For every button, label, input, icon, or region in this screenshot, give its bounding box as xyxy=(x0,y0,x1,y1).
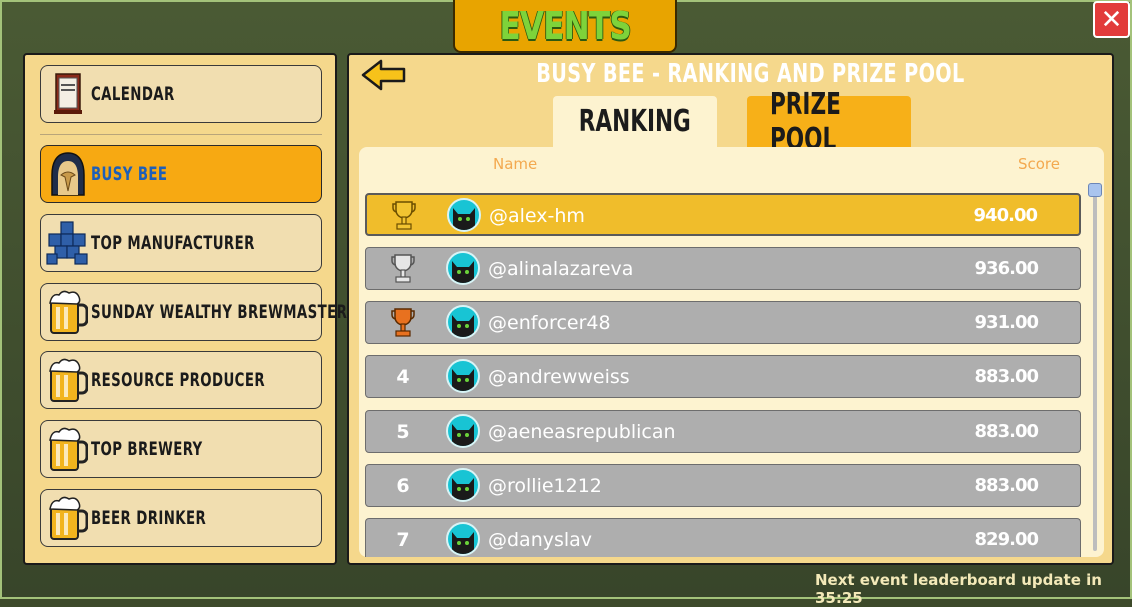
calendar-icon xyxy=(45,71,91,117)
sidebar-item-calendar[interactable]: CALENDAR xyxy=(40,65,322,123)
blocks-icon xyxy=(45,220,91,266)
close-button[interactable]: ✕ xyxy=(1093,1,1130,38)
sidebar-item-label: BEER DRINKER xyxy=(91,507,207,529)
table-row[interactable]: 7 @danyslav 829.00 xyxy=(365,518,1081,557)
sidebar-item-top-brewery[interactable]: TOP BREWERY xyxy=(40,420,322,478)
beer-mug-icon xyxy=(45,495,91,541)
score-value: 883.00 xyxy=(974,366,1039,387)
panel-title: BUSY BEE - RANKING AND PRIZE POOL xyxy=(536,59,965,89)
avatar xyxy=(446,305,480,339)
silver-trophy-icon xyxy=(388,248,418,289)
table-row[interactable]: 4 @andrewweiss 883.00 xyxy=(365,355,1081,398)
score-value: 940.00 xyxy=(973,205,1038,226)
leaderboard: Name Score @alex-hm 940.00 @alinalazarev… xyxy=(359,147,1104,557)
username: @aeneasrepublican xyxy=(488,421,676,443)
tab-label: RANKING xyxy=(578,104,692,139)
sidebar-item-resource-producer[interactable]: RESOURCE PRODUCER xyxy=(40,351,322,409)
sidebar-item-label: BUSY BEE xyxy=(91,163,168,185)
sidebar-item-label: TOP BREWERY xyxy=(91,438,203,460)
sidebar-divider xyxy=(40,134,322,135)
tab-ranking[interactable]: RANKING xyxy=(553,96,717,147)
rank-number: 6 xyxy=(396,474,410,497)
sidebar-item-top-manufacturer[interactable]: TOP MANUFACTURER xyxy=(40,214,322,272)
avatar xyxy=(446,468,480,502)
table-row[interactable]: 6 @rollie1212 883.00 xyxy=(365,464,1081,507)
table-row[interactable]: 5 @aeneasrepublican 883.00 xyxy=(365,410,1081,453)
column-header-name: Name xyxy=(493,155,538,173)
avatar xyxy=(446,414,480,448)
sidebar-item-beer-drinker[interactable]: BEER DRINKER xyxy=(40,489,322,547)
rank-number: 7 xyxy=(396,528,410,551)
beer-mug-icon xyxy=(45,426,91,472)
bee-helmet-icon xyxy=(45,151,91,197)
score-value: 829.00 xyxy=(974,529,1039,550)
window-title: EVENTS xyxy=(499,3,631,48)
score-value: 936.00 xyxy=(974,258,1039,279)
username: @andrewweiss xyxy=(488,366,630,388)
bronze-trophy-icon xyxy=(388,302,418,343)
tab-prize-pool[interactable]: PRIZE POOL xyxy=(747,87,911,157)
scrollbar-track[interactable] xyxy=(1093,191,1097,551)
rank-number: 4 xyxy=(396,365,410,388)
sidebar-item-label: SUNDAY WEALTHY BREWMASTER xyxy=(91,301,348,323)
avatar xyxy=(447,198,481,232)
avatar xyxy=(446,522,480,556)
window-title-tab: EVENTS xyxy=(453,0,677,53)
sidebar-item-label: RESOURCE PRODUCER xyxy=(91,369,266,391)
beer-mug-icon xyxy=(45,357,91,403)
beer-mug-icon xyxy=(45,289,91,335)
scrollbar-thumb[interactable] xyxy=(1088,183,1102,197)
events-sidebar: CALENDAR BUSY BEE TOP MANUFACTURER SUNDA… xyxy=(23,53,347,565)
score-value: 883.00 xyxy=(974,421,1039,442)
username: @enforcer48 xyxy=(488,312,611,334)
username: @danyslav xyxy=(488,529,593,551)
sidebar-item-busy-bee[interactable]: BUSY BEE xyxy=(40,145,322,203)
close-icon: ✕ xyxy=(1100,4,1123,35)
username: @alex-hm xyxy=(489,205,585,227)
username: @alinalazareva xyxy=(488,258,634,280)
table-row[interactable]: @alinalazareva 936.00 xyxy=(365,247,1081,290)
sidebar-item-label: TOP MANUFACTURER xyxy=(91,232,255,254)
score-value: 883.00 xyxy=(974,475,1039,496)
username: @rollie1212 xyxy=(488,475,602,497)
sidebar-item-sunday-wealthy-brewmaster[interactable]: SUNDAY WEALTHY BREWMASTER xyxy=(40,283,347,341)
gold-trophy-icon xyxy=(389,195,419,236)
table-row[interactable]: @enforcer48 931.00 xyxy=(365,301,1081,344)
rank-number: 5 xyxy=(396,420,410,443)
avatar xyxy=(446,251,480,285)
leaderboard-update-status: Next event leaderboard update in 35:25 xyxy=(815,571,1102,607)
tab-label: PRIZE POOL xyxy=(769,86,841,157)
avatar xyxy=(446,359,480,393)
column-header-score: Score xyxy=(1017,155,1060,173)
score-value: 931.00 xyxy=(974,312,1039,333)
table-row[interactable]: @alex-hm 940.00 xyxy=(365,193,1081,236)
ranking-panel: BUSY BEE - RANKING AND PRIZE POOL RANKIN… xyxy=(347,53,1114,565)
sidebar-item-label: CALENDAR xyxy=(91,83,175,105)
